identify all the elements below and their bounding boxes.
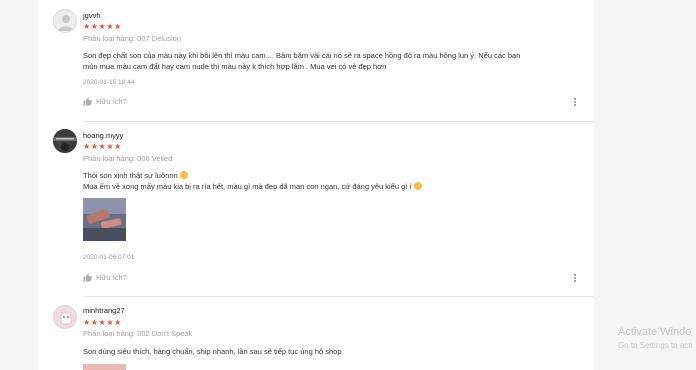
reviews-panel: jgvvh ★★★★★ Phân loại hàng: 007 Delusion… (38, 0, 594, 370)
activation-watermark-subtitle: Go to Settings to acti (618, 341, 693, 350)
avatar[interactable] (53, 305, 77, 329)
review-divider (83, 296, 594, 297)
comment-line: Thỏi son xinh thật sự luônnn (83, 171, 178, 180)
comment-line: Son dùng siêu thích, hàng chuẩn, ship nh… (83, 347, 342, 356)
helpful-button[interactable]: Hữu Ích? (83, 273, 127, 282)
more-vertical-icon (573, 98, 577, 106)
rating-stars: ★★★★★ (83, 22, 122, 31)
reviewer-username[interactable]: jgvvh (83, 11, 101, 20)
avatar-photo (54, 306, 76, 328)
more-vertical-icon (573, 274, 577, 282)
more-options-button[interactable] (573, 97, 577, 107)
avatar[interactable] (53, 9, 77, 33)
review-date: 2020-01-15 18:44 (83, 79, 135, 86)
review-comment: Son dùng siêu thích, hàng chuẩn, ship nh… (83, 346, 583, 357)
review-photo-thumbnail[interactable] (83, 364, 126, 370)
comment-line: mún mua màu cam đất hay cam nude thì màu… (83, 62, 387, 71)
comment-line: Son đẹp chất son của màu này khi bôi lên… (83, 51, 521, 60)
product-variation: Phân loại hàng: 002 Don't Speak (83, 329, 193, 338)
review-comment: Thỏi son xinh thật sự luônnn Mua ếm về x… (83, 170, 583, 192)
avatar-photo (53, 129, 77, 153)
user-icon (58, 15, 74, 31)
comment-line: Mua ếm về xong mấy màu kia bị ra rìa hết… (83, 182, 412, 191)
helpful-label: Hữu Ích? (96, 273, 127, 282)
rating-stars: ★★★★★ (83, 318, 122, 327)
review-photo-thumbnail[interactable] (83, 198, 126, 241)
thumb-up-icon (83, 273, 92, 282)
reviewer-username[interactable]: minhtrang27 (83, 306, 125, 315)
avatar[interactable] (53, 129, 77, 153)
more-options-button[interactable] (573, 273, 577, 283)
activation-watermark-title: Activate Windo (618, 326, 692, 338)
smile-emoji-icon (179, 171, 188, 179)
product-variation: Phân loại hàng: 007 Delusion (83, 34, 181, 43)
thumb-up-icon (83, 97, 92, 106)
review-comment: Son đẹp chất son của màu này khi bôi lên… (83, 50, 583, 72)
rating-stars: ★★★★★ (83, 142, 122, 151)
helpful-button[interactable]: Hữu ích? (83, 97, 127, 106)
review-divider (83, 121, 594, 122)
reviewer-username[interactable]: hoang.myyy (83, 131, 123, 140)
review-date: 2020-01-06 07:01 (83, 254, 135, 261)
review-photo (83, 198, 126, 241)
grin-emoji-icon (413, 182, 422, 190)
helpful-label: Hữu ích? (96, 97, 127, 106)
product-variation: Phân loại hàng: 006 Veiled (83, 154, 173, 163)
